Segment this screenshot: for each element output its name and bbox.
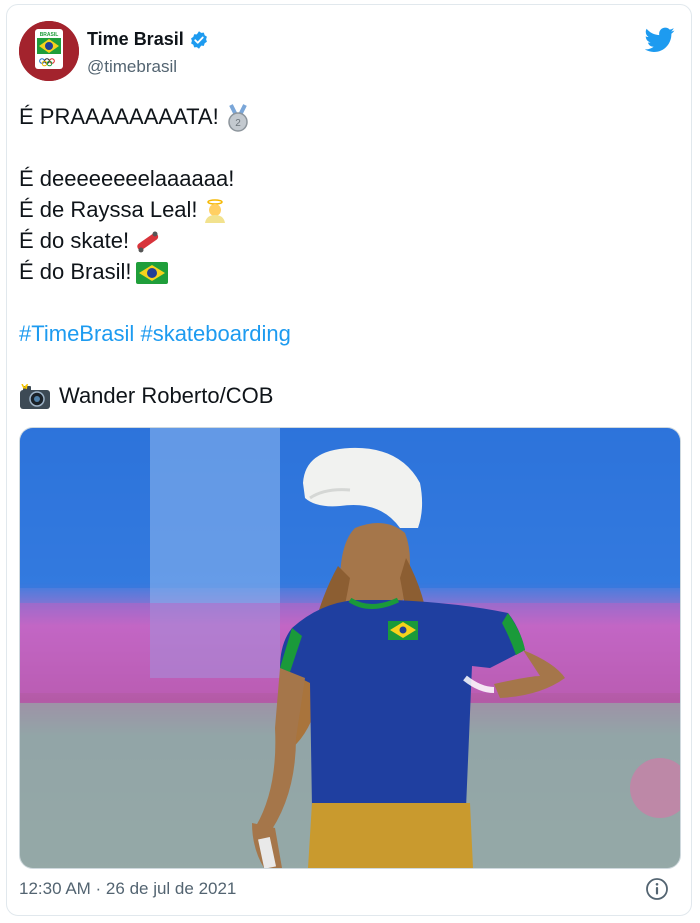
tweet-line-1: É PRAAAAAAAATA! 2	[19, 101, 659, 132]
silver-medal-icon: 2	[227, 104, 248, 132]
author-name[interactable]: Time Brasil	[87, 29, 184, 50]
author-handle[interactable]: @timebrasil	[87, 57, 177, 77]
tweet-timestamp[interactable]: 12:30 AM · 26 de jul de 2021	[19, 879, 236, 899]
angel-face-icon	[204, 199, 225, 224]
photo-credit: Wander Roberto/COB	[19, 380, 659, 411]
team-brasil-logo-icon: BRASIL	[19, 21, 79, 81]
hashtag-skateboarding[interactable]: #skateboarding	[140, 321, 290, 346]
twitter-bird-icon[interactable]	[645, 27, 675, 53]
camera-flash-icon	[20, 384, 50, 410]
tweet-line-4: É de Rayssa Leal!	[19, 194, 659, 225]
photo-skater-image	[20, 428, 680, 868]
skateboard-icon	[137, 231, 159, 253]
tweet-line-5: É do skate!	[19, 225, 659, 256]
tweet-line-6: É do Brasil!	[19, 256, 659, 287]
info-icon[interactable]	[645, 877, 669, 901]
tweet-card[interactable]: BRASIL Time Brasil @timebrasil É PRAAAAA…	[6, 4, 692, 916]
svg-text:2: 2	[235, 118, 241, 129]
tweet-text: É PRAAAAAAAATA! 2 É deeeeeeeelaaaaaa! É d…	[19, 101, 659, 411]
hashtag-timebrasil[interactable]: #TimeBrasil	[19, 321, 134, 346]
avatar[interactable]: BRASIL	[19, 21, 79, 81]
tweet-line-3: É deeeeeeeelaaaaaa!	[19, 166, 235, 191]
tweet-photo[interactable]	[19, 427, 681, 869]
brazil-flag-icon	[135, 262, 168, 285]
hashtags-line: #TimeBrasil #skateboarding	[19, 318, 659, 349]
verified-badge-icon	[190, 30, 207, 49]
avatar-text: BRASIL	[40, 32, 59, 38]
